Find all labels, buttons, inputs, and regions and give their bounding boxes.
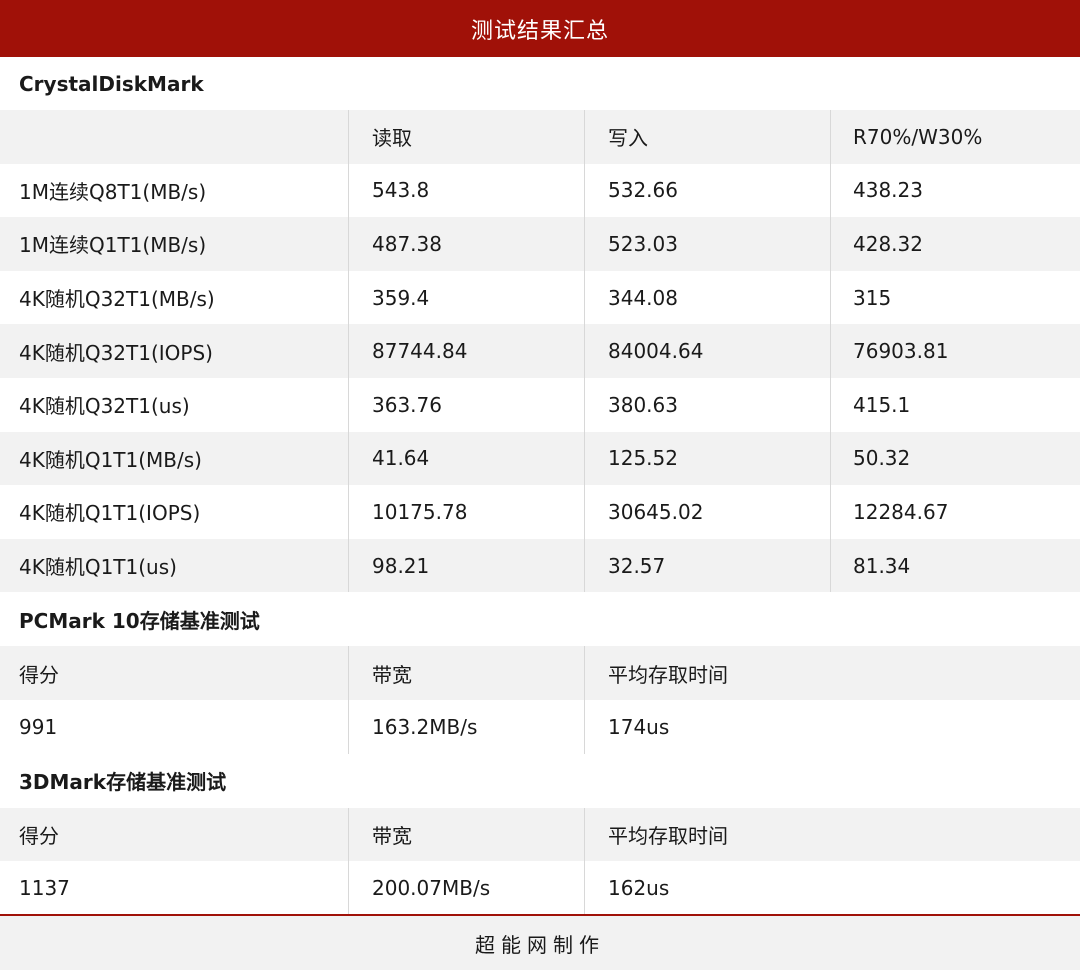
read-value: 543.8	[348, 163, 584, 218]
mixed-value: 315	[830, 270, 1080, 325]
summary-title: 测试结果汇总	[470, 18, 609, 44]
summary-header: 测试结果汇总	[0, 0, 1080, 57]
write-value: 380.63	[584, 377, 830, 432]
write-value: 32.57	[584, 538, 830, 593]
section-title-pcmark: PCMark 10存储基准测试	[0, 592, 1080, 647]
access-time-value: 162us	[584, 861, 1080, 915]
mixed-value: 428.32	[830, 217, 1080, 271]
table-row: 1M连续Q1T1(MB/s) 487.38 523.03 428.32	[0, 217, 1080, 271]
table-header-row: 读取 写入 R70%/W30%	[0, 110, 1080, 164]
table-row: 4K随机Q32T1(us) 363.76 380.63 415.1	[0, 377, 1080, 432]
header-cell-write: 写入	[584, 110, 830, 164]
table-row: 4K随机Q1T1(MB/s) 41.64 125.52 50.32	[0, 431, 1080, 486]
footer-text: 超能网制作	[475, 932, 605, 957]
row-label: 1M连续Q8T1(MB/s)	[19, 179, 207, 204]
header-cell-access-time: 平均存取时间	[584, 807, 1080, 862]
read-value: 359.4	[348, 270, 584, 325]
mixed-value: 415.1	[830, 377, 1080, 432]
table-header-row: 得分 带宽 平均存取时间	[0, 807, 1080, 862]
access-time-value: 174us	[584, 699, 1080, 754]
section-title-3dmark: 3DMark存储基准测试	[0, 753, 1080, 808]
table-header-row: 得分 带宽 平均存取时间	[0, 646, 1080, 700]
header-cell-score: 得分	[19, 662, 59, 687]
mixed-value: 76903.81	[830, 324, 1080, 378]
score-value: 1137	[19, 875, 70, 900]
section-title-crystaldiskmark: CrystalDiskMark	[0, 57, 1080, 110]
mixed-value: 81.34	[830, 538, 1080, 593]
row-label: 4K随机Q1T1(IOPS)	[19, 501, 201, 526]
mixed-value: 50.32	[830, 431, 1080, 486]
write-value: 523.03	[584, 217, 830, 271]
table-row: 1M连续Q8T1(MB/s) 543.8 532.66 438.23	[0, 163, 1080, 218]
table-row: 4K随机Q32T1(IOPS) 87744.84 84004.64 76903.…	[0, 324, 1080, 378]
read-value: 41.64	[348, 431, 584, 486]
header-cell-bandwidth: 带宽	[348, 646, 584, 700]
read-value: 363.76	[348, 377, 584, 432]
write-value: 30645.02	[584, 485, 830, 539]
write-value: 532.66	[584, 163, 830, 218]
bandwidth-value: 200.07MB/s	[348, 861, 584, 915]
read-value: 487.38	[348, 217, 584, 271]
row-label: 4K随机Q1T1(MB/s)	[19, 447, 202, 472]
header-cell-access-time: 平均存取时间	[584, 646, 1080, 700]
row-label: 4K随机Q1T1(us)	[19, 555, 177, 580]
header-cell-bandwidth: 带宽	[348, 807, 584, 862]
mixed-value: 438.23	[830, 163, 1080, 218]
score-value: 991	[19, 714, 58, 739]
header-cell-mixed: R70%/W30%	[830, 110, 1080, 164]
header-cell-score: 得分	[19, 823, 59, 848]
row-label: 4K随机Q32T1(MB/s)	[19, 287, 215, 312]
table-row: 4K随机Q32T1(MB/s) 359.4 344.08 315	[0, 270, 1080, 325]
table-row: 4K随机Q1T1(us) 98.21 32.57 81.34	[0, 538, 1080, 593]
read-value: 87744.84	[348, 324, 584, 378]
header-cell-read: 读取	[348, 110, 584, 164]
read-value: 98.21	[348, 538, 584, 593]
table-row: 1137 200.07MB/s 162us	[0, 861, 1080, 915]
row-label: 4K随机Q32T1(IOPS)	[19, 340, 213, 365]
write-value: 344.08	[584, 270, 830, 325]
row-label: 4K随机Q32T1(us)	[19, 394, 190, 419]
read-value: 10175.78	[348, 485, 584, 539]
row-label: 1M连续Q1T1(MB/s)	[19, 233, 207, 258]
mixed-value: 12284.67	[830, 485, 1080, 539]
write-value: 84004.64	[584, 324, 830, 378]
header-cell	[0, 110, 348, 164]
bandwidth-value: 163.2MB/s	[348, 699, 584, 754]
footer-credit: 超能网制作	[0, 914, 1080, 970]
table-row: 4K随机Q1T1(IOPS) 10175.78 30645.02 12284.6…	[0, 485, 1080, 539]
table-row: 991 163.2MB/s 174us	[0, 699, 1080, 754]
write-value: 125.52	[584, 431, 830, 486]
